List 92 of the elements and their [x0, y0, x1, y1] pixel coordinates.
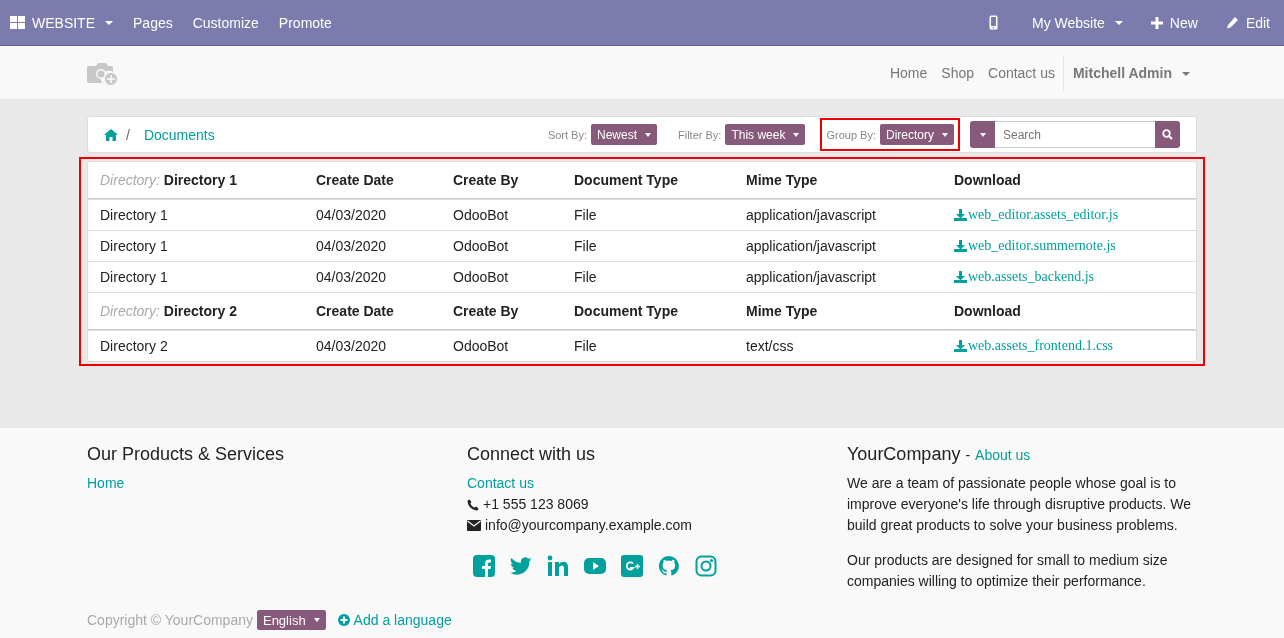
phone-number: +1 555 123 8069: [483, 495, 589, 514]
column-header: Mime Type: [746, 172, 819, 188]
table-cell-text: application/javascript: [746, 207, 877, 223]
search-options-button[interactable]: [970, 121, 995, 148]
company-description: Our products are designed for small to medium size companies willing to optimize their performance.: [847, 551, 1169, 591]
column-header: Create By: [453, 172, 520, 188]
table-cell-text: File: [574, 238, 598, 254]
edit-button[interactable]: Edit: [1211, 14, 1284, 31]
cat-icon[interactable]: [658, 555, 680, 577]
company-name: YourCompany: [847, 444, 961, 464]
nav-link[interactable]: Home: [882, 64, 935, 81]
user-menu[interactable]: Mitchell Admin: [1064, 64, 1197, 81]
table-cell-text: 04/03/2020: [316, 207, 388, 223]
add-language-link[interactable]: Add a language: [337, 612, 452, 628]
letter-g-plus-icon[interactable]: [621, 555, 643, 577]
table-cell-text: text/css: [746, 338, 795, 354]
filter-label: Filter By:: [678, 128, 722, 141]
company-description: We are a team of passionate people whose goal is to improve everyone's life through disruptive products. We build great products to solve your business problems.: [847, 474, 1193, 535]
menu-link[interactable]: Customize: [182, 14, 269, 31]
footer-link[interactable]: Contact us: [467, 473, 847, 494]
table-cell-text: File: [574, 338, 598, 354]
letter-f-icon[interactable]: [473, 555, 495, 577]
email-address: info@yourcompany.example.com: [485, 516, 692, 535]
column-header: Document Type: [574, 172, 679, 188]
table-cell-text: application/javascript: [746, 269, 877, 285]
dropdown-button[interactable]: Newest: [591, 124, 657, 145]
download-icon: [954, 209, 967, 221]
phone-icon: [467, 498, 479, 511]
about-link[interactable]: About us: [975, 447, 1031, 463]
table-cell-text: OdooBot: [453, 238, 510, 254]
column-header: Document Type: [574, 303, 679, 319]
column-header: Mime Type: [746, 303, 819, 319]
download-icon: [954, 271, 967, 283]
new-button[interactable]: New: [1136, 14, 1212, 31]
menu-link[interactable]: Pages: [123, 14, 183, 31]
column-header: Download: [954, 172, 1022, 188]
table-cell-text: OdooBot: [453, 207, 510, 223]
envelope-icon: [467, 520, 481, 531]
camera-outline-icon[interactable]: [695, 555, 717, 577]
table-cell-text: 04/03/2020: [316, 338, 388, 354]
copyright-text: Copyright © YourCompany: [87, 612, 253, 628]
dropdown-button[interactable]: Directory: [880, 124, 954, 145]
grid-icon: [10, 16, 25, 29]
plus-icon: [1150, 16, 1163, 29]
download-icon: [954, 240, 967, 252]
column-header: Create Date: [316, 172, 395, 188]
search-button[interactable]: [1155, 121, 1180, 148]
bird-icon[interactable]: [510, 555, 532, 577]
table-cell-text: Directory 1: [100, 207, 169, 223]
play-icon[interactable]: [584, 555, 606, 577]
table-cell-text: 04/03/2020: [316, 238, 388, 254]
pencil-icon: [1225, 16, 1239, 29]
column-header: Create By: [453, 303, 520, 319]
menu-link[interactable]: Promote: [268, 14, 342, 31]
download-icon: [954, 340, 967, 352]
mobile-phone-icon[interactable]: [989, 15, 998, 30]
table-cell-text: Directory 1: [100, 238, 169, 254]
download-link[interactable]: web.assets_backend.js: [954, 269, 1196, 285]
apps-menu[interactable]: WEBSITE: [0, 14, 123, 31]
table-cell-text: Directory 2: [100, 338, 169, 354]
search-field[interactable]: Search: [995, 121, 1155, 148]
breadcrumb-link[interactable]: Documents: [143, 126, 215, 143]
column-header: Create Date: [316, 303, 395, 319]
dropdown-button[interactable]: This week: [725, 124, 806, 145]
website-menu[interactable]: My Website: [1018, 14, 1137, 31]
table-cell-text: OdooBot: [453, 338, 510, 354]
column-header: Download: [954, 303, 1022, 319]
footer-heading: Connect with us: [467, 444, 597, 465]
filter-label: Sort By:: [547, 128, 587, 141]
table-cell-text: OdooBot: [453, 269, 510, 285]
filter-label: Group By:: [826, 128, 876, 141]
footer-heading: Our Products & Services: [87, 444, 286, 465]
letters-in-icon[interactable]: [547, 555, 569, 577]
table-cell-text: 04/03/2020: [316, 269, 388, 285]
table-cell-text: File: [574, 207, 598, 223]
table-cell-text: File: [574, 269, 598, 285]
home-icon[interactable]: [104, 128, 118, 141]
download-link[interactable]: web_editor.assets_editor.js: [954, 207, 1196, 223]
group-heading: Directory: Directory 1: [100, 172, 238, 188]
breadcrumb-separator: /: [126, 126, 130, 143]
title-separator: -: [965, 447, 971, 463]
group-heading: Directory: Directory 2: [100, 303, 238, 319]
plus-circle-icon: [337, 614, 350, 626]
search-icon: [1162, 129, 1173, 140]
table-cell-text: application/javascript: [746, 238, 877, 254]
language-button[interactable]: English: [256, 610, 326, 630]
nav-link[interactable]: Contact us: [981, 64, 1062, 81]
footer-link[interactable]: Home: [87, 473, 467, 494]
download-link[interactable]: web.assets_frontend.1.css: [954, 338, 1196, 354]
table-cell-text: Directory 1: [100, 269, 169, 285]
download-link[interactable]: web_editor.summernote.js: [954, 238, 1196, 254]
nav-link[interactable]: Shop: [934, 64, 981, 81]
